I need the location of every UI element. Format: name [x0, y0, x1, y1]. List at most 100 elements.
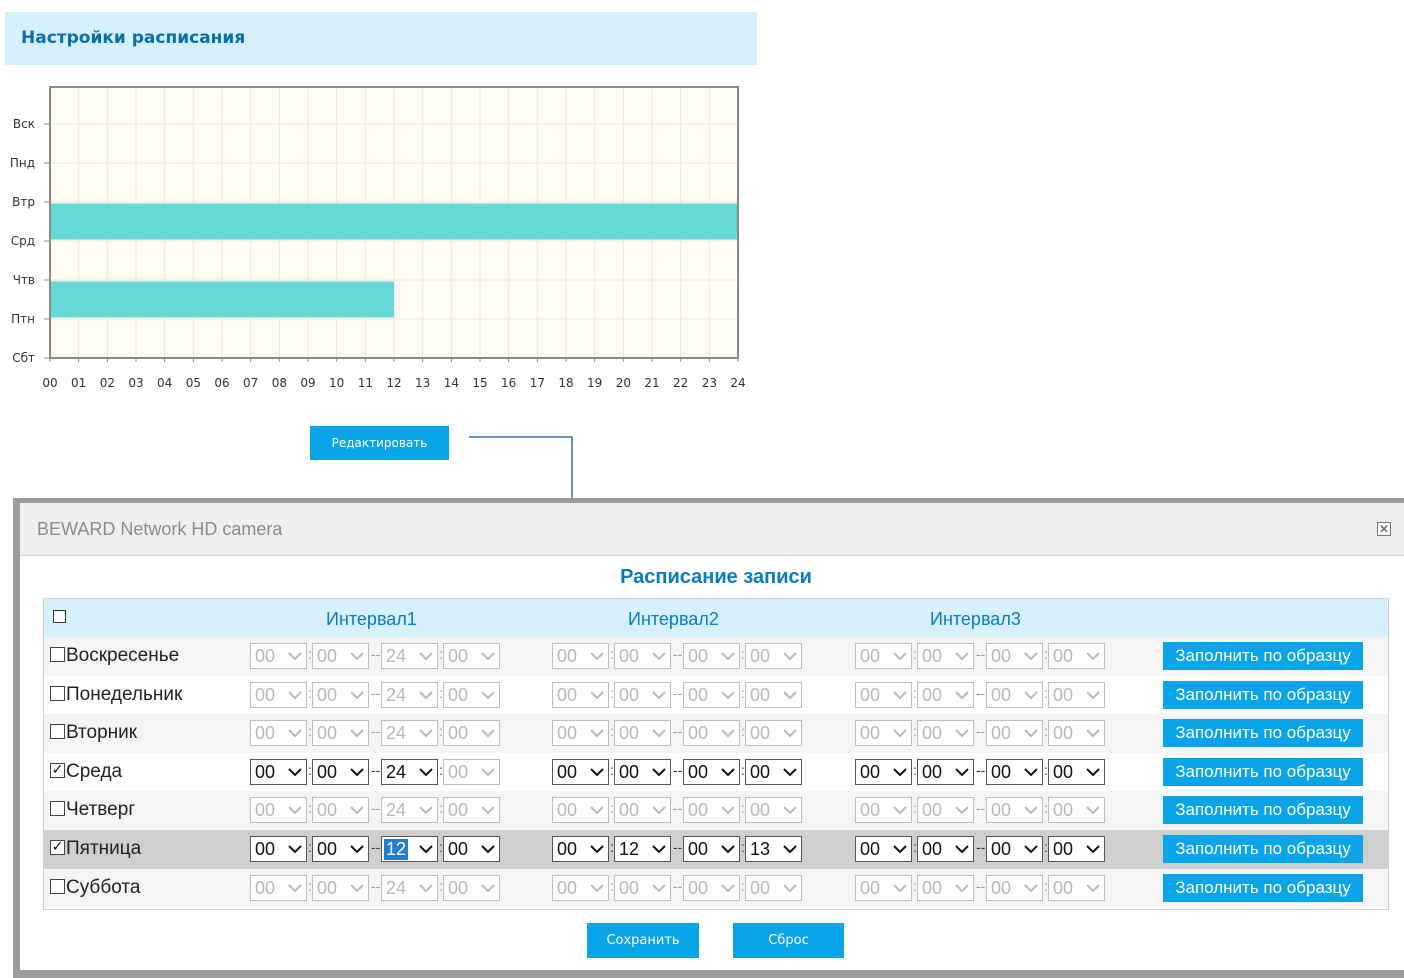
- time-select[interactable]: 00: [683, 797, 740, 824]
- time-select[interactable]: 12: [381, 836, 438, 862]
- time-select[interactable]: 00: [443, 758, 500, 785]
- fill-by-template-button[interactable]: Заполнить по образцу: [1163, 835, 1363, 863]
- time-select[interactable]: 00: [683, 758, 740, 785]
- time-select[interactable]: 00: [917, 758, 974, 785]
- time-select[interactable]: 00: [683, 681, 740, 708]
- time-select[interactable]: 00: [855, 874, 912, 901]
- time-select[interactable]: 00: [855, 681, 912, 708]
- time-select[interactable]: 24: [381, 720, 438, 747]
- time-select[interactable]: 00: [855, 643, 912, 669]
- time-select[interactable]: 00: [552, 758, 609, 785]
- time-select[interactable]: 00: [443, 720, 500, 747]
- time-select[interactable]: 00: [1048, 720, 1105, 747]
- time-select[interactable]: 24: [381, 681, 438, 708]
- time-select[interactable]: 00: [1048, 797, 1105, 824]
- fill-by-template-button[interactable]: Заполнить по образцу: [1163, 873, 1363, 902]
- time-select[interactable]: 24: [381, 797, 438, 824]
- time-select[interactable]: 00: [1048, 874, 1105, 901]
- time-select[interactable]: 00: [986, 643, 1043, 669]
- time-select[interactable]: 00: [986, 681, 1043, 708]
- time-select[interactable]: 00: [250, 874, 307, 901]
- time-select[interactable]: 00: [250, 643, 307, 669]
- time-select[interactable]: 00: [917, 720, 974, 747]
- time-select[interactable]: 00: [250, 681, 307, 708]
- close-icon[interactable]: ✕: [1377, 522, 1391, 536]
- time-select[interactable]: 00: [986, 797, 1043, 824]
- time-select[interactable]: 00: [312, 681, 369, 708]
- time-select[interactable]: 00: [1048, 643, 1105, 669]
- time-select[interactable]: 00: [986, 836, 1043, 862]
- time-select[interactable]: 00: [745, 720, 802, 747]
- time-select[interactable]: 00: [855, 836, 912, 862]
- time-select[interactable]: 00: [683, 874, 740, 901]
- time-select[interactable]: 00: [443, 643, 500, 669]
- time-select[interactable]: 00: [745, 797, 802, 824]
- time-select[interactable]: 00: [745, 758, 802, 785]
- time-select[interactable]: 00: [745, 681, 802, 708]
- edit-button[interactable]: Редактировать: [310, 426, 449, 460]
- time-select[interactable]: 00: [443, 681, 500, 708]
- time-select[interactable]: 00: [614, 797, 671, 824]
- time-select[interactable]: 00: [443, 836, 500, 862]
- time-select[interactable]: 00: [312, 758, 369, 785]
- day-checkbox[interactable]: [50, 801, 65, 817]
- time-select[interactable]: 00: [1048, 758, 1105, 785]
- fill-by-template-button[interactable]: Заполнить по образцу: [1163, 642, 1363, 670]
- day-checkbox[interactable]: [50, 724, 65, 740]
- time-select[interactable]: 00: [552, 874, 609, 901]
- time-select[interactable]: 00: [986, 758, 1043, 785]
- time-select[interactable]: 00: [312, 836, 369, 862]
- time-select[interactable]: 00: [917, 797, 974, 824]
- time-select[interactable]: 00: [917, 681, 974, 708]
- time-select[interactable]: 00: [312, 797, 369, 824]
- time-select[interactable]: 00: [683, 643, 740, 669]
- time-select[interactable]: 00: [614, 758, 671, 785]
- time-select[interactable]: 00: [986, 874, 1043, 901]
- fill-by-template-button[interactable]: Заполнить по образцу: [1163, 757, 1363, 786]
- time-select[interactable]: 00: [312, 720, 369, 747]
- fill-by-template-button[interactable]: Заполнить по образцу: [1163, 680, 1363, 709]
- time-select[interactable]: 00: [855, 797, 912, 824]
- time-select[interactable]: 00: [552, 681, 609, 708]
- time-select[interactable]: 24: [381, 758, 438, 785]
- time-select[interactable]: 13: [745, 836, 802, 862]
- save-button[interactable]: Сохранить: [587, 923, 699, 958]
- day-checkbox[interactable]: [50, 685, 65, 701]
- time-select[interactable]: 00: [683, 720, 740, 747]
- time-select[interactable]: 00: [855, 758, 912, 785]
- time-select[interactable]: 00: [986, 720, 1043, 747]
- time-select[interactable]: 00: [917, 836, 974, 862]
- time-select[interactable]: 00: [312, 874, 369, 901]
- fill-by-template-button[interactable]: Заполнить по образцу: [1163, 796, 1363, 825]
- day-checkbox[interactable]: ✓: [50, 840, 65, 855]
- time-select[interactable]: 24: [381, 643, 438, 669]
- time-select[interactable]: 00: [250, 720, 307, 747]
- time-select[interactable]: 00: [312, 643, 369, 669]
- time-select[interactable]: 12: [614, 836, 671, 862]
- time-select[interactable]: 00: [250, 758, 307, 785]
- day-checkbox[interactable]: [50, 878, 65, 894]
- time-select[interactable]: 00: [614, 643, 671, 669]
- time-select[interactable]: 00: [614, 874, 671, 901]
- fill-by-template-button[interactable]: Заполнить по образцу: [1163, 719, 1363, 748]
- time-select[interactable]: 00: [552, 643, 609, 669]
- time-select[interactable]: 00: [552, 836, 609, 862]
- time-select[interactable]: 00: [250, 797, 307, 824]
- select-all-checkbox[interactable]: [53, 610, 66, 623]
- time-select[interactable]: 00: [552, 720, 609, 747]
- time-select[interactable]: 00: [1048, 836, 1105, 862]
- time-select[interactable]: 00: [552, 797, 609, 824]
- time-select[interactable]: 00: [917, 643, 974, 669]
- time-select[interactable]: 00: [250, 836, 307, 862]
- time-select[interactable]: 00: [443, 874, 500, 901]
- time-select[interactable]: 00: [614, 720, 671, 747]
- time-select[interactable]: 00: [683, 836, 740, 862]
- reset-button[interactable]: Сброс: [733, 923, 844, 958]
- time-select[interactable]: 00: [855, 720, 912, 747]
- time-select[interactable]: 00: [745, 874, 802, 901]
- time-select[interactable]: 00: [745, 643, 802, 669]
- time-select[interactable]: 00: [614, 681, 671, 708]
- day-checkbox[interactable]: ✓: [50, 762, 65, 778]
- time-select[interactable]: 00: [917, 874, 974, 901]
- time-select[interactable]: 24: [381, 874, 438, 901]
